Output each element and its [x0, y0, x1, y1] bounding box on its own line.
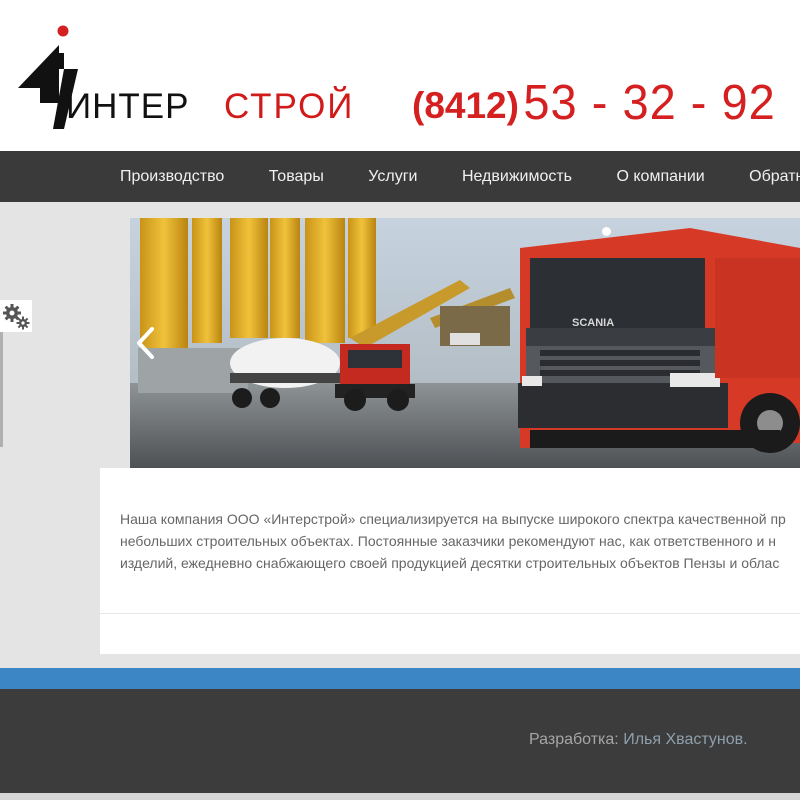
footer-accent-stripe	[0, 668, 800, 689]
intro-line-3: изделий, ежедневно снабжающего своей про…	[120, 555, 780, 571]
phone-code: (8412)	[412, 85, 519, 126]
hero-slider: SCANIA	[130, 218, 800, 468]
site-logo[interactable]: ИНТЕР СТРОЙ	[18, 25, 368, 135]
phone-number: (8412) 53 - 32 - 92 7	[412, 73, 800, 130]
svg-text:SCANIA: SCANIA	[572, 317, 614, 329]
slider-image: SCANIA	[130, 218, 800, 468]
settings-widget[interactable]	[0, 300, 32, 332]
bottom-strip	[0, 793, 800, 800]
logo-text-inter: ИНТЕР	[66, 87, 190, 126]
intro-line-2: небольших строительных объектах. Постоян…	[120, 533, 776, 549]
settings-panel-edge	[0, 332, 3, 447]
gear-icon	[3, 304, 30, 330]
intro-text: Наша компания ООО «Интерстрой» специализ…	[120, 508, 800, 574]
main-nav: Производство Товары Услуги Недвижимость …	[0, 151, 800, 202]
chevron-left-icon[interactable]	[134, 326, 158, 360]
logo-text-stroy: СТРОЙ	[224, 87, 355, 126]
nav-item-goods[interactable]: Товары	[249, 151, 344, 202]
nav-item-production[interactable]: Производство	[100, 151, 244, 202]
credit-author-link[interactable]: Илья Хвастунов.	[623, 731, 747, 748]
phone-main: 53 - 32 - 92	[523, 73, 776, 130]
nav-item-about[interactable]: О компании	[596, 151, 724, 202]
intro-section: Наша компания ООО «Интерстрой» специализ…	[100, 468, 800, 654]
nav-item-realty[interactable]: Недвижимость	[442, 151, 592, 202]
site-footer: Разработка: Илья Хвастунов.	[0, 689, 800, 793]
slide-dot-icon[interactable]	[602, 227, 611, 236]
credit-label: Разработка:	[529, 731, 619, 748]
nav-item-feedback[interactable]: Обратна	[729, 151, 800, 202]
developer-credit: Разработка: Илья Хвастунов.	[529, 731, 748, 749]
content-divider	[100, 613, 800, 614]
nav-item-services[interactable]: Услуги	[348, 151, 437, 202]
site-header: ИНТЕР СТРОЙ (8412) 53 - 32 - 92 7	[0, 0, 800, 151]
intro-line-1: Наша компания ООО «Интерстрой» специализ…	[120, 511, 786, 527]
